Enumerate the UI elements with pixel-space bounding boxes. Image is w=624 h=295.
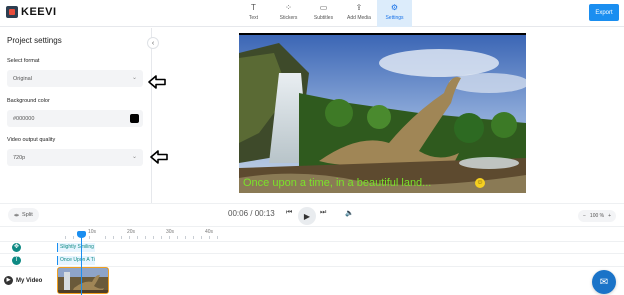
tab-subtitles[interactable]: ▭ Subtitles — [306, 0, 341, 27]
quality-value: 720p — [13, 154, 26, 161]
format-label: Select format — [7, 58, 40, 64]
logo-text: KEEVI — [21, 6, 57, 18]
color-swatch[interactable] — [130, 114, 139, 123]
pointer-arrow-icon — [150, 150, 168, 164]
tick-mark — [89, 236, 90, 239]
chat-support-button[interactable]: ✉ — [592, 270, 616, 294]
playback-controls: ⇹ Split 00:06 / 00:13 ⏮ ▶ ⏭ 🔈 − 100 % + — [0, 203, 624, 227]
timecode: 00:06 / 00:13 — [228, 209, 275, 218]
tick-mark — [137, 236, 138, 239]
tick-mark — [201, 236, 202, 239]
format-select[interactable]: Original ⌄ — [7, 70, 143, 87]
text-track-icon: T — [12, 256, 21, 265]
current-time: 00:06 — [228, 209, 249, 218]
text-track: T Once Upon A Time — [0, 253, 624, 266]
ruler-label: 30s — [166, 229, 175, 235]
volume-icon[interactable]: 🔈 — [345, 209, 354, 217]
skip-forward-icon[interactable]: ⏭ — [320, 209, 326, 217]
logo-icon — [6, 6, 18, 18]
split-label: Split — [22, 212, 33, 218]
chevron-left-icon: ‹ — [151, 39, 155, 47]
playhead[interactable] — [81, 232, 82, 295]
skip-back-icon[interactable]: ⏮ — [286, 209, 292, 217]
bg-color-label: Background color — [7, 98, 50, 104]
top-bar: KEEVI T Text ⁘ Stickers ▭ Subtitles ⇪ Ad… — [0, 0, 624, 27]
tick-mark — [153, 236, 154, 239]
chevron-down-icon: ⌄ — [131, 154, 137, 160]
tick-mark — [193, 236, 194, 239]
play-icon: ▶ — [303, 211, 311, 221]
text-clip[interactable]: Once Upon A Time — [57, 256, 95, 265]
tick-mark — [177, 236, 178, 239]
tick-mark — [209, 236, 210, 239]
stickers-icon: ⁘ — [285, 3, 292, 12]
video-clip-thumbnail — [58, 268, 108, 293]
tick-mark — [65, 236, 66, 239]
sticker-clip[interactable]: Slightly Smiling Fa — [57, 243, 95, 252]
total-time: 00:13 — [254, 209, 275, 218]
ruler-label: 20s — [127, 229, 136, 235]
zoom-control[interactable]: − 100 % + — [578, 210, 617, 222]
chevron-down-icon: ⌄ — [131, 75, 137, 81]
playhead-handle[interactable] — [77, 231, 86, 238]
sticker-track-icon: ✥ — [12, 243, 21, 252]
tick-mark — [217, 236, 218, 239]
preview-frame — [239, 33, 526, 193]
split-icon: ⇹ — [14, 212, 20, 219]
tick-mark — [73, 236, 74, 239]
tab-label: Subtitles — [313, 15, 334, 21]
text-icon: T — [251, 3, 256, 12]
smiling-face-sticker-icon[interactable]: ☺ — [475, 178, 485, 188]
tick-mark — [145, 236, 146, 239]
subtitles-icon: ▭ — [319, 3, 328, 12]
tab-label: Add Media — [347, 15, 371, 21]
tick-mark — [121, 236, 122, 239]
format-value: Original — [13, 75, 32, 82]
logo[interactable]: KEEVI — [6, 6, 57, 18]
sticker-track: ✥ Slightly Smiling Fa — [0, 241, 624, 253]
timeline-ruler[interactable]: 10s 20s 30s 40s — [57, 228, 624, 240]
video-preview[interactable] — [239, 33, 526, 193]
bg-color-field[interactable]: #000000 — [7, 110, 143, 127]
panel-title: Project settings — [7, 36, 62, 45]
tick-mark — [185, 236, 186, 239]
video-track-play-icon[interactable]: ▶ — [4, 276, 13, 285]
video-track-name: My Video — [16, 277, 43, 284]
zoom-in-icon[interactable]: + — [608, 213, 611, 219]
tab-stickers[interactable]: ⁘ Stickers — [271, 0, 306, 27]
tick-mark — [129, 236, 130, 239]
tab-label: Stickers — [279, 15, 298, 21]
tab-label: Settings — [385, 15, 404, 21]
pointer-arrow-icon — [148, 75, 166, 89]
split-button[interactable]: ⇹ Split — [8, 208, 39, 222]
settings-panel: Project settings Select format Original … — [0, 28, 152, 203]
upload-icon: ⇪ — [355, 3, 363, 12]
caption-overlay[interactable]: Once upon a time, in a beautiful land... — [243, 177, 431, 189]
collapse-panel-button[interactable]: ‹ — [147, 37, 159, 49]
play-button[interactable]: ▶ — [298, 207, 316, 225]
bg-color-value: #000000 — [13, 115, 35, 122]
tick-mark — [105, 236, 106, 239]
tab-label: Text — [248, 15, 259, 21]
ruler-label: 10s — [88, 229, 97, 235]
tick-mark — [113, 236, 114, 239]
zoom-out-icon[interactable]: − — [583, 213, 586, 219]
gear-icon: ⚙ — [390, 3, 399, 12]
timeline[interactable]: 10s 20s 30s 40s ✥ Slightly Smiling T Onc… — [0, 228, 624, 295]
video-track-label: ▶ My Video — [4, 276, 42, 285]
ruler-label: 40s — [205, 229, 214, 235]
video-clip[interactable] — [57, 267, 109, 294]
quality-select[interactable]: 720p ⌄ — [7, 149, 143, 166]
chat-icon: ✉ — [599, 276, 609, 288]
tab-text[interactable]: T Text — [236, 0, 271, 27]
tab-settings[interactable]: ⚙ Settings — [377, 0, 412, 27]
tick-mark — [169, 236, 170, 239]
quality-label: Video output quality — [7, 137, 56, 143]
tab-add-media[interactable]: ⇪ Add Media — [341, 0, 377, 27]
editor-tabs: T Text ⁘ Stickers ▭ Subtitles ⇪ Add Medi… — [236, 0, 412, 27]
tick-mark — [161, 236, 162, 239]
zoom-level: 100 % — [589, 213, 605, 219]
export-button[interactable]: Export — [589, 4, 619, 21]
